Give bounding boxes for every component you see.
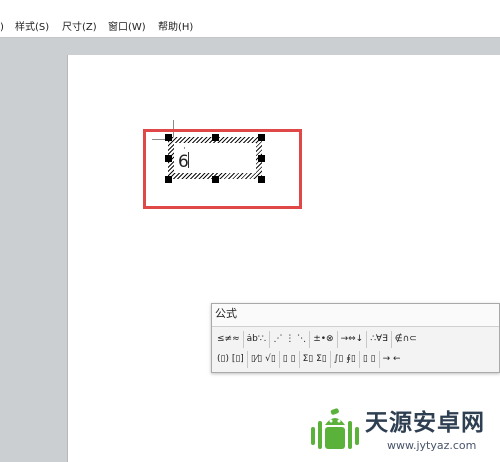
watermark-url: www.jytyaz.com — [387, 439, 477, 452]
menu-item-size[interactable]: 尺寸(Z) — [62, 22, 97, 34]
watermark: 天源安卓网 www.jytyaz.com — [307, 405, 497, 457]
integrals-button[interactable]: ∫▯ ∮▯ — [330, 351, 360, 368]
highlight-annotation — [143, 129, 302, 209]
menu-item-partial[interactable]: ) — [0, 22, 4, 34]
watermark-name: 天源安卓网 — [365, 410, 485, 436]
fractions-radicals-button[interactable]: ▯⁄▯ √▯ — [247, 351, 280, 368]
summation-button[interactable]: Σ▯ Σ▯ — [299, 351, 331, 368]
spaces-button[interactable]: ȧb∵. — [243, 331, 271, 348]
bars-button[interactable]: ▯ ▯ — [359, 351, 380, 368]
labeled-arrows-button[interactable]: → ← — [379, 351, 404, 368]
fences-button[interactable]: (▯) [▯] — [214, 351, 248, 368]
document-page[interactable] — [68, 55, 500, 462]
menu-item-window[interactable]: 窗口(W) — [108, 22, 146, 34]
subscripts-button[interactable]: ▯ ▯ — [279, 351, 300, 368]
arrows-button[interactable]: →⇔↓ — [337, 331, 368, 348]
logic-button[interactable]: ∴∀∃ — [367, 331, 392, 348]
relations-button[interactable]: ≤≠≈ — [214, 331, 244, 348]
android-logo-icon — [311, 408, 359, 449]
menu-item-help[interactable]: 帮助(H) — [158, 22, 193, 34]
palette-row-templates: (▯) [▯] ▯⁄▯ √▯ ▯ ▯ Σ▯ Σ▯ ∫▯ ∮▯ ▯ ▯ → ← — [214, 351, 404, 368]
palette-title: 公式 — [215, 307, 237, 320]
menu-bar: ) 样式(S) 尺寸(Z) 窗口(W) 帮助(H) — [0, 0, 500, 38]
embellishments-button[interactable]: ⋰ ⋮ ⋱ — [270, 331, 311, 348]
palette-row-symbols: ≤≠≈ ȧb∵. ⋰ ⋮ ⋱ ±•⊗ →⇔↓ ∴∀∃ ∉∩⊂ — [214, 331, 420, 348]
set-theory-button[interactable]: ∉∩⊂ — [391, 331, 420, 348]
menu-item-style[interactable]: 样式(S) — [15, 22, 49, 34]
operators-button[interactable]: ±•⊗ — [310, 331, 338, 348]
equation-palette[interactable]: 公式 ≤≠≈ ȧb∵. ⋰ ⋮ ⋱ ±•⊗ →⇔↓ ∴∀∃ ∉∩⊂ (▯) [▯… — [211, 303, 500, 373]
palette-title-bar[interactable] — [212, 304, 499, 327]
